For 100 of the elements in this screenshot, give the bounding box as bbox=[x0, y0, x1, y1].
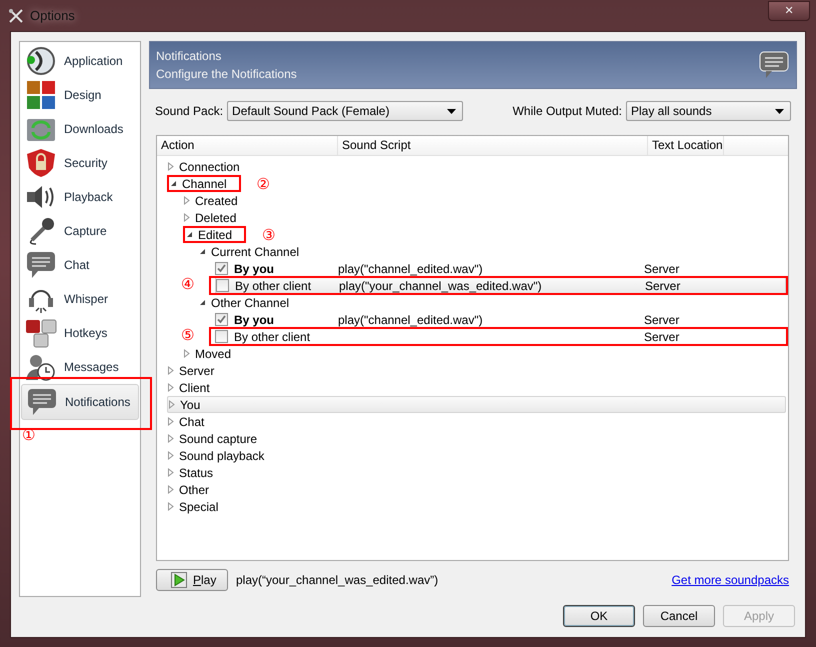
output-muted-label: While Output Muted: bbox=[512, 104, 622, 118]
tree-row[interactable]: Server bbox=[167, 362, 786, 379]
tree-row[interactable]: Status bbox=[167, 464, 786, 481]
tree-row[interactable]: You bbox=[167, 396, 786, 413]
play-button[interactable]: Play bbox=[156, 569, 228, 591]
highlight-box bbox=[183, 226, 246, 243]
tree-row[interactable]: Client bbox=[167, 379, 786, 396]
ok-button[interactable]: OK bbox=[563, 605, 635, 627]
tree-row[interactable]: Other bbox=[167, 481, 786, 498]
row-label: You bbox=[180, 398, 200, 410]
expand-arrow-icon[interactable] bbox=[167, 366, 175, 375]
expand-arrow-icon[interactable] bbox=[183, 213, 191, 222]
cancel-button[interactable]: Cancel bbox=[643, 605, 715, 627]
shield-lock-icon bbox=[24, 148, 58, 178]
row-label: Other Channel bbox=[211, 296, 290, 308]
tree-row[interactable]: By you play("channel_edited.wav") Server bbox=[215, 260, 786, 277]
tree-row[interactable]: Edited ③ bbox=[183, 226, 786, 243]
expand-arrow-icon[interactable] bbox=[167, 434, 175, 443]
expand-arrow-icon[interactable] bbox=[167, 451, 175, 460]
expand-arrow-icon[interactable] bbox=[167, 502, 175, 511]
expand-arrow-icon[interactable] bbox=[167, 162, 175, 171]
expand-arrow-icon[interactable] bbox=[183, 196, 191, 205]
color-tiles-icon bbox=[24, 80, 58, 110]
row-label: By you bbox=[234, 262, 274, 274]
row-label: Sound capture bbox=[179, 432, 258, 444]
sidebar-item[interactable]: Security bbox=[21, 146, 139, 180]
dropdown-arrow-icon bbox=[447, 108, 456, 114]
row-label: Moved bbox=[195, 348, 232, 360]
row-label: By other client bbox=[235, 280, 312, 292]
row-label: Created bbox=[195, 194, 238, 206]
row-label: Deleted bbox=[195, 212, 236, 224]
collapse-arrow-icon[interactable] bbox=[199, 247, 207, 256]
step-number: ③ bbox=[262, 226, 276, 244]
sound-script-cell-text: play("your_channel_was_edited.wav") bbox=[339, 278, 543, 292]
row-label: Edited bbox=[198, 228, 232, 240]
sidebar-item[interactable]: Capture bbox=[21, 214, 139, 248]
sidebar-item[interactable]: Application bbox=[21, 44, 139, 78]
row-label: Status bbox=[179, 466, 214, 478]
column-header[interactable]: Text Location bbox=[648, 136, 724, 155]
current-script-text: play(“your_channel_was_edited.wav”) bbox=[236, 573, 438, 587]
checkbox[interactable] bbox=[215, 330, 228, 343]
output-muted-dropdown[interactable]: Play all sounds bbox=[626, 101, 791, 121]
tree-row[interactable]: Chat bbox=[167, 413, 786, 430]
keys-icon bbox=[24, 318, 58, 348]
sound-pack-label: Sound Pack: bbox=[155, 104, 224, 118]
expand-arrow-icon[interactable] bbox=[167, 417, 175, 426]
row-label: Channel bbox=[182, 178, 227, 190]
collapse-arrow-icon[interactable] bbox=[170, 179, 178, 188]
step-number: ② bbox=[256, 174, 270, 192]
checkbox[interactable] bbox=[215, 313, 228, 326]
tree-row[interactable]: Other Channel bbox=[199, 294, 786, 311]
sidebar-item[interactable]: Design bbox=[21, 78, 139, 112]
expand-arrow-icon[interactable] bbox=[167, 383, 175, 392]
tree-row[interactable]: Special bbox=[167, 498, 786, 515]
tree-row[interactable]: Channel ② bbox=[167, 175, 786, 192]
row-label: Special bbox=[179, 500, 218, 512]
row-label: Chat bbox=[179, 416, 204, 428]
speech-bubble-icon bbox=[25, 387, 59, 417]
step-number: ④ bbox=[181, 275, 194, 293]
expand-arrow-icon[interactable] bbox=[167, 485, 175, 494]
close-button[interactable]: ✕ bbox=[768, 0, 810, 20]
sidebar-item[interactable]: Messages bbox=[21, 350, 139, 384]
tree-row[interactable]: Sound playback bbox=[167, 447, 786, 464]
page-subtitle: Configure the Notifications bbox=[156, 67, 298, 81]
window-title: Options bbox=[30, 8, 75, 23]
tree-row[interactable]: Current Channel bbox=[199, 243, 786, 260]
checkbox[interactable] bbox=[215, 262, 228, 275]
sound-script-cell-text: play("channel_edited.wav") bbox=[338, 312, 484, 326]
column-header[interactable]: Sound Script bbox=[338, 136, 648, 155]
tree-row[interactable]: Moved bbox=[183, 345, 786, 362]
tree-row[interactable]: Deleted bbox=[183, 209, 786, 226]
tree-row[interactable]: Created bbox=[183, 192, 786, 209]
column-header[interactable]: Action bbox=[157, 136, 338, 155]
expand-arrow-icon[interactable] bbox=[167, 468, 175, 477]
sidebar-item[interactable]: Hotkeys bbox=[21, 316, 139, 350]
tree-row[interactable]: By you play("channel_edited.wav") Server bbox=[215, 311, 786, 328]
play-icon bbox=[171, 572, 187, 588]
tree-row[interactable]: By other client Server bbox=[215, 328, 786, 345]
row-label: Server bbox=[179, 364, 214, 376]
text-location-cell: Server bbox=[644, 312, 680, 326]
sidebar-item[interactable]: Chat bbox=[21, 248, 139, 282]
sidebar-item[interactable]: Whisper bbox=[21, 282, 139, 316]
tree-row[interactable]: Sound capture bbox=[167, 430, 786, 447]
text-location-cell: Server bbox=[644, 330, 680, 344]
sidebar-item[interactable]: Playback bbox=[21, 180, 139, 214]
sidebar-item[interactable]: Notifications bbox=[21, 384, 139, 420]
step-number: ⑤ bbox=[181, 326, 194, 344]
tree-row[interactable]: Connection bbox=[167, 158, 786, 175]
checkbox[interactable] bbox=[216, 279, 229, 292]
sidebar-item[interactable]: Downloads bbox=[21, 112, 139, 146]
sound-pack-dropdown[interactable]: Default Sound Pack (Female) bbox=[227, 101, 464, 121]
collapse-arrow-icon[interactable] bbox=[199, 298, 207, 307]
logo-icon bbox=[24, 46, 58, 76]
collapse-arrow-icon[interactable] bbox=[186, 230, 194, 239]
expand-arrow-icon[interactable] bbox=[168, 400, 176, 409]
get-soundpacks-link[interactable]: Get more soundpacks bbox=[672, 573, 789, 587]
row-label: Client bbox=[179, 382, 210, 394]
row-label: Other bbox=[179, 484, 210, 496]
expand-arrow-icon[interactable] bbox=[183, 349, 191, 358]
row-label: By other client bbox=[234, 330, 310, 342]
